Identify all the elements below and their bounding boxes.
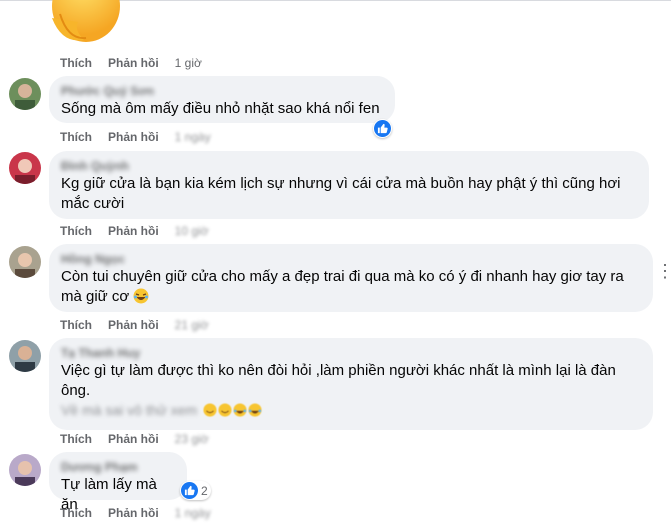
reaction-count: 2	[201, 483, 208, 498]
like-action[interactable]: Thích	[60, 318, 92, 332]
reply-action[interactable]: Phản hồi	[108, 506, 159, 520]
like-action[interactable]: Thích	[60, 130, 92, 144]
comment-actions: Thích Phản hồi 10 giờ	[60, 223, 225, 239]
comment-bubble: Tạ Thanh Huy Việc gì tự làm được thì ko …	[49, 338, 653, 430]
reply-action[interactable]: Phản hồi	[108, 432, 159, 446]
grin-emoji-icon	[218, 403, 232, 417]
commenter-name[interactable]: Phước Quý Sơn	[61, 83, 383, 99]
laughing-emoji-icon	[233, 403, 247, 417]
comment-text-line-2: ông.	[61, 382, 91, 399]
thinking-emoji-sticker	[52, 0, 120, 42]
reply-action[interactable]: Phản hồi	[108, 56, 159, 70]
commenter-name[interactable]: Tạ Thanh Huy	[61, 345, 641, 361]
comment-text-line-2: mà giữ cơ	[61, 288, 130, 305]
avatar[interactable]	[9, 246, 41, 278]
comment-actions: Thích Phản hồi 1 ngày	[60, 505, 227, 521]
comment-time[interactable]: 21 giờ	[175, 318, 209, 332]
laughing-emoji-icon	[133, 288, 149, 304]
reply-action[interactable]: Phản hồi	[108, 224, 159, 238]
commenter-name[interactable]: Hồng Ngọc	[61, 251, 641, 267]
reply-action[interactable]: Phản hồi	[108, 318, 159, 332]
reaction-summary[interactable]: 2	[180, 481, 211, 500]
comment-bubble: Dương Phạm Tự làm lấy mà ăn	[49, 452, 187, 513]
comment-text-line-2: mắc cười	[61, 195, 125, 212]
reply-action[interactable]: Phản hồi	[108, 130, 159, 144]
reply-preview: Về mà sai vô thử xem	[61, 401, 641, 419]
like-action[interactable]: Thích	[60, 506, 92, 520]
emoji-row	[203, 403, 262, 417]
grin-emoji-icon	[203, 403, 217, 417]
commenter-name[interactable]: Đình Quỳnh	[61, 158, 637, 174]
comment-text: Sống mà ôm mấy điều nhỏ nhặt sao khá nổi…	[61, 100, 380, 117]
more-icon[interactable]: ⋮	[656, 262, 671, 280]
top-comment-actions: Thích Phản hồi 1 giờ	[60, 55, 218, 71]
reply-preview-text: Về mà sai vô thử xem	[61, 402, 198, 418]
comment-text-line-1: Kg giữ cửa là bạn kia kém lịch sự nhưng …	[61, 175, 621, 192]
like-action[interactable]: Thích	[60, 432, 92, 446]
comment-bubble: Phước Quý Sơn Sống mà ôm mấy điều nhỏ nh…	[49, 76, 395, 123]
thumbs-up-icon	[374, 120, 391, 137]
comment-text-line-1: Còn tui chuyên giữ cửa cho mấy a đẹp tra…	[61, 268, 624, 285]
thumbs-up-icon	[181, 482, 198, 499]
avatar[interactable]	[9, 152, 41, 184]
avatar[interactable]	[9, 340, 41, 372]
comment-text-line-2-wrap: mà giữ cơ	[61, 287, 641, 307]
comment-actions: Thích Phản hồi 23 giờ	[60, 431, 225, 447]
laughing-emoji-icon	[248, 403, 262, 417]
comment-actions: Thích Phản hồi 21 giờ	[60, 317, 225, 333]
like-action[interactable]: Thích	[60, 56, 92, 70]
avatar[interactable]	[9, 78, 41, 110]
comment-time[interactable]: 23 giờ	[175, 432, 209, 446]
comment-time[interactable]: 1 giờ	[175, 56, 202, 70]
like-action[interactable]: Thích	[60, 224, 92, 238]
comment-bubble: Đình Quỳnh Kg giữ cửa là bạn kia kém lịc…	[49, 151, 649, 219]
avatar[interactable]	[9, 454, 41, 486]
comment-time[interactable]: 1 ngày	[175, 506, 211, 520]
commenter-name[interactable]: Dương Phạm	[61, 459, 175, 475]
comment-actions: Thích Phản hồi 1 ngày	[60, 129, 227, 145]
comment-time[interactable]: 1 ngày	[175, 130, 211, 144]
comment-text-line-1: Việc gì tự làm được thì ko nên đòi hỏi ,…	[61, 362, 616, 379]
comment-time[interactable]: 10 giờ	[175, 224, 209, 238]
reaction-summary[interactable]	[373, 119, 392, 138]
comment-bubble: Hồng Ngọc Còn tui chuyên giữ cửa cho mấy…	[49, 244, 653, 312]
